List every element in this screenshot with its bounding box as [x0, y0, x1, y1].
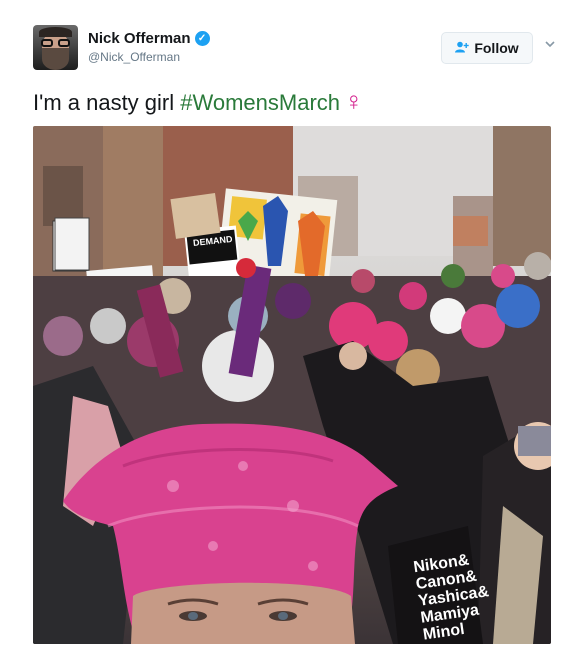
tweet-text: I'm a nasty girl #WomensMarch ♀	[33, 86, 364, 117]
avatar-beard	[42, 48, 69, 70]
follow-label: Follow	[474, 40, 519, 56]
tweet-header: Nick Offerman ✓ @Nick_Offerman Follow	[33, 24, 555, 72]
follow-button[interactable]: Follow	[441, 32, 533, 64]
avatar-hair	[39, 27, 72, 37]
hashtag-link[interactable]: #WomensMarch	[180, 90, 340, 115]
tweet-photo[interactable]: DEMAND Nikon& Canon& Yashica& Mamiya Min…	[33, 126, 551, 644]
user-names: Nick Offerman ✓ @Nick_Offerman	[88, 30, 210, 64]
display-name-row[interactable]: Nick Offerman ✓	[88, 30, 210, 47]
verified-badge-icon: ✓	[194, 31, 210, 46]
avatar[interactable]	[33, 25, 78, 70]
chevron-down-icon[interactable]	[545, 40, 555, 50]
avatar-glasses	[41, 39, 70, 47]
tote-bag-text: Nikon& Canon& Yashica& Mamiya Minol	[412, 549, 494, 644]
female-sign-icon: ♀	[344, 86, 364, 116]
tweet-body: I'm a nasty girl	[33, 90, 181, 115]
user-handle[interactable]: @Nick_Offerman	[88, 50, 210, 64]
display-name[interactable]: Nick Offerman	[88, 30, 191, 47]
add-user-icon	[455, 41, 470, 56]
